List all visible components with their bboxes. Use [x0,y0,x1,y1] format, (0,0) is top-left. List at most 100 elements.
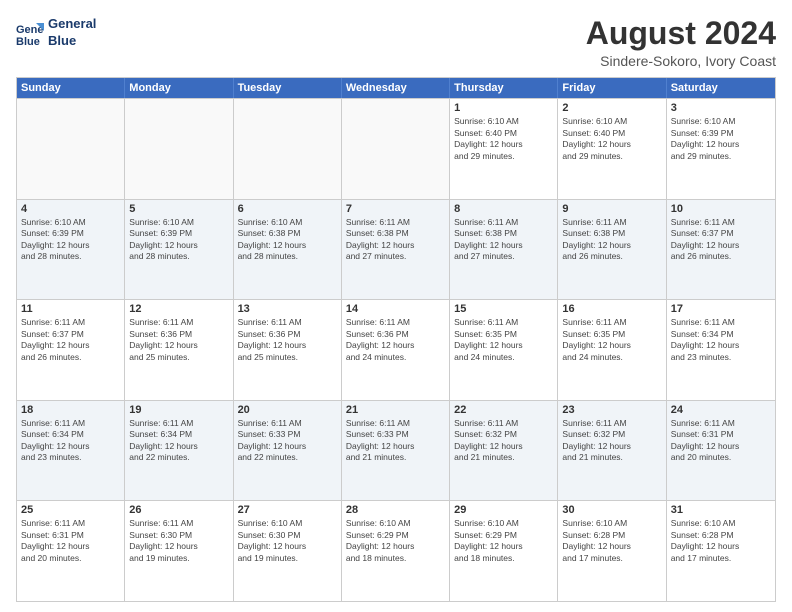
day-info: Sunrise: 6:10 AM Sunset: 6:39 PM Dayligh… [129,217,228,263]
svg-text:Blue: Blue [16,36,40,47]
day-info: Sunrise: 6:11 AM Sunset: 6:38 PM Dayligh… [562,217,661,263]
day-number: 8 [454,203,553,215]
calendar-row-0: 1 Sunrise: 6:10 AM Sunset: 6:40 PM Daylig… [17,98,775,199]
calendar-cell: 31 Sunrise: 6:10 AM Sunset: 6:28 PM Dayli… [667,501,775,601]
header-cell-thursday: Thursday [450,78,558,98]
day-number: 15 [454,303,553,315]
calendar-cell: 17Sunrise: 6:11 AM Sunset: 6:34 PM Dayli… [667,300,775,400]
calendar-cell: 8 Sunrise: 6:11 AM Sunset: 6:38 PM Daylig… [450,200,558,300]
calendar-header: SundayMondayTuesdayWednesdayThursdayFrid… [17,78,775,98]
header-cell-saturday: Saturday [667,78,775,98]
day-number: 25 [21,504,120,516]
day-info: Sunrise: 6:10 AM Sunset: 6:40 PM Dayligh… [562,116,661,162]
day-number: 31 [671,504,771,516]
day-number: 6 [238,203,337,215]
day-info: Sunrise: 6:10 AM Sunset: 6:39 PM Dayligh… [21,217,120,263]
day-info: Sunrise: 6:11 AM Sunset: 6:33 PM Dayligh… [346,418,445,464]
day-number: 20 [238,404,337,416]
day-info: Sunrise: 6:11 AM Sunset: 6:34 PM Dayligh… [129,418,228,464]
calendar-cell: 6Sunrise: 6:10 AM Sunset: 6:38 PM Daylig… [234,200,342,300]
day-number: 24 [671,404,771,416]
calendar-cell: 19 Sunrise: 6:11 AM Sunset: 6:34 PM Dayli… [125,401,233,501]
calendar-cell: 27 Sunrise: 6:10 AM Sunset: 6:30 PM Dayli… [234,501,342,601]
day-number: 30 [562,504,661,516]
day-number: 4 [21,203,120,215]
calendar-cell [342,99,450,199]
calendar-cell [17,99,125,199]
day-info: Sunrise: 6:11 AM Sunset: 6:34 PM Dayligh… [21,418,120,464]
calendar-cell: 12Sunrise: 6:11 AM Sunset: 6:36 PM Dayli… [125,300,233,400]
day-number: 3 [671,102,771,114]
day-number: 7 [346,203,445,215]
day-number: 5 [129,203,228,215]
calendar-cell: 23 Sunrise: 6:11 AM Sunset: 6:32 PM Dayli… [558,401,666,501]
day-info: Sunrise: 6:10 AM Sunset: 6:40 PM Dayligh… [454,116,553,162]
day-number: 13 [238,303,337,315]
header-cell-sunday: Sunday [17,78,125,98]
day-number: 18 [21,404,120,416]
location: Sindere-Sokoro, Ivory Coast [586,53,776,69]
day-info: Sunrise: 6:11 AM Sunset: 6:37 PM Dayligh… [21,317,120,363]
day-info: Sunrise: 6:11 AM Sunset: 6:32 PM Dayligh… [454,418,553,464]
day-info: Sunrise: 6:11 AM Sunset: 6:36 PM Dayligh… [346,317,445,363]
header-cell-wednesday: Wednesday [342,78,450,98]
title-block: August 2024 Sindere-Sokoro, Ivory Coast [586,16,776,69]
logo-icon: General Blue [16,19,44,47]
calendar-cell: 30 Sunrise: 6:10 AM Sunset: 6:28 PM Dayli… [558,501,666,601]
calendar-row-1: 4 Sunrise: 6:10 AM Sunset: 6:39 PM Daylig… [17,199,775,300]
day-info: Sunrise: 6:11 AM Sunset: 6:34 PM Dayligh… [671,317,771,363]
day-info: Sunrise: 6:10 AM Sunset: 6:29 PM Dayligh… [346,518,445,564]
header-cell-tuesday: Tuesday [234,78,342,98]
day-number: 1 [454,102,553,114]
calendar-cell: 7Sunrise: 6:11 AM Sunset: 6:38 PM Daylig… [342,200,450,300]
day-info: Sunrise: 6:11 AM Sunset: 6:32 PM Dayligh… [562,418,661,464]
calendar-cell: 18 Sunrise: 6:11 AM Sunset: 6:34 PM Dayli… [17,401,125,501]
day-number: 27 [238,504,337,516]
calendar-cell: 3 Sunrise: 6:10 AM Sunset: 6:39 PM Daylig… [667,99,775,199]
day-info: Sunrise: 6:11 AM Sunset: 6:33 PM Dayligh… [238,418,337,464]
calendar-cell: 14 Sunrise: 6:11 AM Sunset: 6:36 PM Dayli… [342,300,450,400]
logo-text: General Blue [48,16,96,50]
calendar-cell: 13Sunrise: 6:11 AM Sunset: 6:36 PM Dayli… [234,300,342,400]
calendar: SundayMondayTuesdayWednesdayThursdayFrid… [16,77,776,602]
header: General Blue General Blue August 2024 Si… [16,16,776,69]
day-info: Sunrise: 6:10 AM Sunset: 6:30 PM Dayligh… [238,518,337,564]
calendar-cell: 15 Sunrise: 6:11 AM Sunset: 6:35 PM Dayli… [450,300,558,400]
calendar-cell [234,99,342,199]
day-info: Sunrise: 6:10 AM Sunset: 6:39 PM Dayligh… [671,116,771,162]
day-info: Sunrise: 6:10 AM Sunset: 6:28 PM Dayligh… [562,518,661,564]
day-info: Sunrise: 6:11 AM Sunset: 6:31 PM Dayligh… [21,518,120,564]
day-info: Sunrise: 6:11 AM Sunset: 6:30 PM Dayligh… [129,518,228,564]
calendar-cell: 10 Sunrise: 6:11 AM Sunset: 6:37 PM Dayli… [667,200,775,300]
day-number: 28 [346,504,445,516]
day-number: 19 [129,404,228,416]
day-number: 29 [454,504,553,516]
day-number: 9 [562,203,661,215]
day-number: 23 [562,404,661,416]
day-number: 16 [562,303,661,315]
day-number: 11 [21,303,120,315]
day-number: 21 [346,404,445,416]
calendar-cell: 24 Sunrise: 6:11 AM Sunset: 6:31 PM Dayli… [667,401,775,501]
day-info: Sunrise: 6:11 AM Sunset: 6:37 PM Dayligh… [671,217,771,263]
calendar-cell: 29 Sunrise: 6:10 AM Sunset: 6:29 PM Dayli… [450,501,558,601]
day-info: Sunrise: 6:11 AM Sunset: 6:38 PM Dayligh… [454,217,553,263]
calendar-cell: 9 Sunrise: 6:11 AM Sunset: 6:38 PM Daylig… [558,200,666,300]
header-cell-monday: Monday [125,78,233,98]
calendar-cell: 2 Sunrise: 6:10 AM Sunset: 6:40 PM Daylig… [558,99,666,199]
day-number: 26 [129,504,228,516]
calendar-row-3: 18 Sunrise: 6:11 AM Sunset: 6:34 PM Dayli… [17,400,775,501]
calendar-body: 1 Sunrise: 6:10 AM Sunset: 6:40 PM Daylig… [17,98,775,601]
day-number: 14 [346,303,445,315]
calendar-cell: 5 Sunrise: 6:10 AM Sunset: 6:39 PM Daylig… [125,200,233,300]
day-number: 10 [671,203,771,215]
day-number: 2 [562,102,661,114]
day-info: Sunrise: 6:10 AM Sunset: 6:28 PM Dayligh… [671,518,771,564]
day-info: Sunrise: 6:11 AM Sunset: 6:35 PM Dayligh… [454,317,553,363]
calendar-cell: 25 Sunrise: 6:11 AM Sunset: 6:31 PM Dayli… [17,501,125,601]
header-cell-friday: Friday [558,78,666,98]
day-info: Sunrise: 6:10 AM Sunset: 6:29 PM Dayligh… [454,518,553,564]
day-number: 12 [129,303,228,315]
calendar-row-4: 25 Sunrise: 6:11 AM Sunset: 6:31 PM Dayli… [17,500,775,601]
day-info: Sunrise: 6:11 AM Sunset: 6:31 PM Dayligh… [671,418,771,464]
